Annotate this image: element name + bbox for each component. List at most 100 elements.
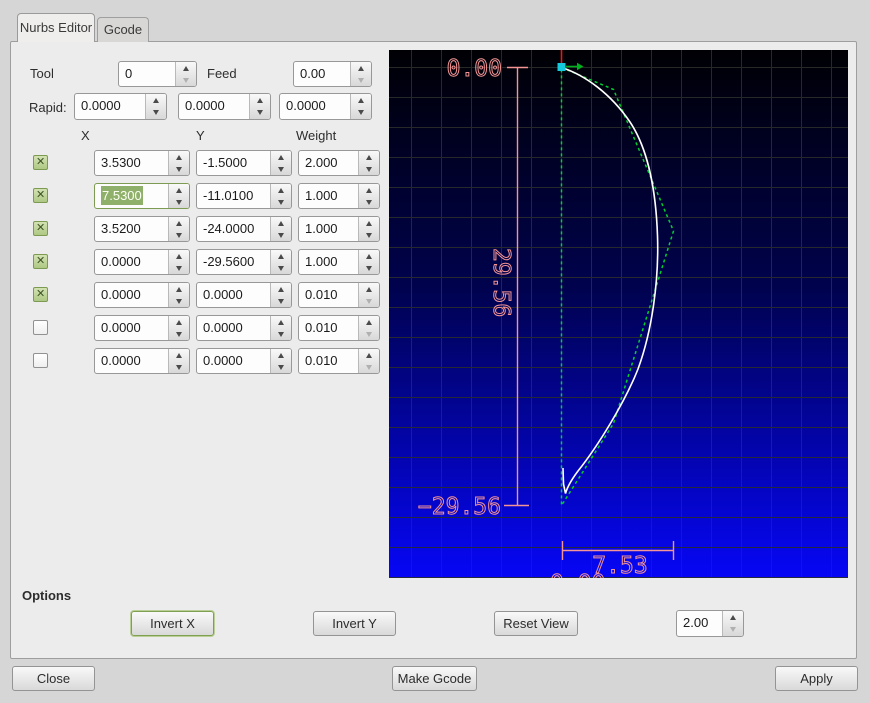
- spin-up-icon[interactable]: [359, 184, 379, 196]
- spin-down-icon[interactable]: [359, 361, 379, 373]
- row6-enable-checkbox[interactable]: [33, 320, 48, 335]
- spin-up-icon[interactable]: [176, 62, 196, 74]
- row5-x-spin[interactable]: 0.0000: [94, 282, 190, 308]
- row4-y-value[interactable]: -29.5600: [197, 250, 270, 274]
- row4-enable-checkbox[interactable]: ✕: [33, 254, 48, 269]
- row4-x-spin[interactable]: 0.0000: [94, 249, 190, 275]
- rapid-y-spin[interactable]: 0.0000: [178, 93, 271, 120]
- spin-up-icon[interactable]: [351, 94, 371, 107]
- spin-up-icon[interactable]: [146, 94, 166, 107]
- spin-up-icon[interactable]: [169, 151, 189, 163]
- spin-down-icon[interactable]: [169, 262, 189, 274]
- spin-up-icon[interactable]: [271, 250, 291, 262]
- row2-y-spin[interactable]: -11.0100: [196, 183, 292, 209]
- spin-down-icon[interactable]: [359, 163, 379, 175]
- row6-weight-value[interactable]: 0.010: [299, 316, 358, 340]
- spin-down-icon[interactable]: [359, 196, 379, 208]
- row7-weight-value[interactable]: 0.010: [299, 349, 358, 373]
- row5-weight-spin[interactable]: 0.010: [298, 282, 380, 308]
- feed-spin[interactable]: 0.00: [293, 61, 372, 87]
- row2-x-value[interactable]: 7.5300: [95, 184, 168, 208]
- spin-up-icon[interactable]: [169, 217, 189, 229]
- spin-up-icon[interactable]: [169, 283, 189, 295]
- spin-down-icon[interactable]: [169, 295, 189, 307]
- spin-down-icon[interactable]: [169, 361, 189, 373]
- row3-y-value[interactable]: -24.0000: [197, 217, 270, 241]
- invert-y-button[interactable]: Invert Y: [313, 611, 396, 636]
- rapid-z-value[interactable]: 0.0000: [280, 94, 350, 119]
- apply-button[interactable]: Apply: [775, 666, 858, 691]
- row6-y-spin[interactable]: 0.0000: [196, 315, 292, 341]
- spin-up-icon[interactable]: [723, 611, 743, 624]
- spin-up-icon[interactable]: [271, 151, 291, 163]
- row2-y-value[interactable]: -11.0100: [197, 184, 270, 208]
- row3-x-spin[interactable]: 3.5200: [94, 216, 190, 242]
- spin-up-icon[interactable]: [359, 349, 379, 361]
- spin-down-icon[interactable]: [271, 196, 291, 208]
- spin-down-icon[interactable]: [176, 74, 196, 86]
- row4-x-value[interactable]: 0.0000: [95, 250, 168, 274]
- row4-y-spin[interactable]: -29.5600: [196, 249, 292, 275]
- spin-down-icon[interactable]: [169, 328, 189, 340]
- make-gcode-button[interactable]: Make Gcode: [392, 666, 477, 691]
- spin-up-icon[interactable]: [359, 217, 379, 229]
- row4-weight-value[interactable]: 1.000: [299, 250, 358, 274]
- tab-nurbs-editor[interactable]: Nurbs Editor: [17, 13, 95, 42]
- row3-x-value[interactable]: 3.5200: [95, 217, 168, 241]
- spin-down-icon[interactable]: [271, 163, 291, 175]
- spin-down-icon[interactable]: [271, 361, 291, 373]
- spin-up-icon[interactable]: [271, 283, 291, 295]
- row3-y-spin[interactable]: -24.0000: [196, 216, 292, 242]
- spin-down-icon[interactable]: [359, 328, 379, 340]
- row7-x-value[interactable]: 0.0000: [95, 349, 168, 373]
- row6-x-spin[interactable]: 0.0000: [94, 315, 190, 341]
- spin-down-icon[interactable]: [351, 74, 371, 86]
- row7-y-value[interactable]: 0.0000: [197, 349, 270, 373]
- spin-up-icon[interactable]: [359, 250, 379, 262]
- spin-down-icon[interactable]: [271, 229, 291, 241]
- spin-down-icon[interactable]: [359, 262, 379, 274]
- row7-x-spin[interactable]: 0.0000: [94, 348, 190, 374]
- rapid-z-spin[interactable]: 0.0000: [279, 93, 372, 120]
- row1-weight-spin[interactable]: 2.000: [298, 150, 380, 176]
- nurbs-preview-canvas[interactable]: 0.00 29.56 −29.56 7.53 0.00: [389, 50, 848, 578]
- spin-up-icon[interactable]: [359, 316, 379, 328]
- spin-down-icon[interactable]: [250, 107, 270, 120]
- spin-down-icon[interactable]: [723, 624, 743, 637]
- invert-x-button[interactable]: Invert X: [131, 611, 214, 636]
- spin-down-icon[interactable]: [359, 295, 379, 307]
- row5-x-value[interactable]: 0.0000: [95, 283, 168, 307]
- row6-y-value[interactable]: 0.0000: [197, 316, 270, 340]
- spin-up-icon[interactable]: [359, 283, 379, 295]
- row3-weight-spin[interactable]: 1.000: [298, 216, 380, 242]
- row4-weight-spin[interactable]: 1.000: [298, 249, 380, 275]
- tab-gcode[interactable]: Gcode: [97, 17, 149, 42]
- spin-down-icon[interactable]: [146, 107, 166, 120]
- grid-size-spin[interactable]: 2.00: [676, 610, 744, 637]
- spin-up-icon[interactable]: [271, 217, 291, 229]
- row5-y-value[interactable]: 0.0000: [197, 283, 270, 307]
- row1-x-value[interactable]: 3.5300: [95, 151, 168, 175]
- rapid-x-value[interactable]: 0.0000: [75, 94, 145, 119]
- row3-enable-checkbox[interactable]: ✕: [33, 221, 48, 236]
- row6-x-value[interactable]: 0.0000: [95, 316, 168, 340]
- row1-x-spin[interactable]: 3.5300: [94, 150, 190, 176]
- row1-weight-value[interactable]: 2.000: [299, 151, 358, 175]
- spin-down-icon[interactable]: [271, 262, 291, 274]
- grid-size-value[interactable]: 2.00: [677, 611, 722, 636]
- row1-enable-checkbox[interactable]: ✕: [33, 155, 48, 170]
- spin-down-icon[interactable]: [351, 107, 371, 120]
- spin-down-icon[interactable]: [271, 295, 291, 307]
- tool-value[interactable]: 0: [119, 62, 175, 86]
- rapid-x-spin[interactable]: 0.0000: [74, 93, 167, 120]
- row1-y-value[interactable]: -1.5000: [197, 151, 270, 175]
- tool-spin[interactable]: 0: [118, 61, 197, 87]
- spin-down-icon[interactable]: [169, 163, 189, 175]
- spin-up-icon[interactable]: [169, 184, 189, 196]
- row2-weight-value[interactable]: 1.000: [299, 184, 358, 208]
- reset-view-button[interactable]: Reset View: [494, 611, 578, 636]
- spin-up-icon[interactable]: [169, 349, 189, 361]
- spin-up-icon[interactable]: [271, 184, 291, 196]
- row1-y-spin[interactable]: -1.5000: [196, 150, 292, 176]
- start-point-marker[interactable]: [557, 63, 566, 71]
